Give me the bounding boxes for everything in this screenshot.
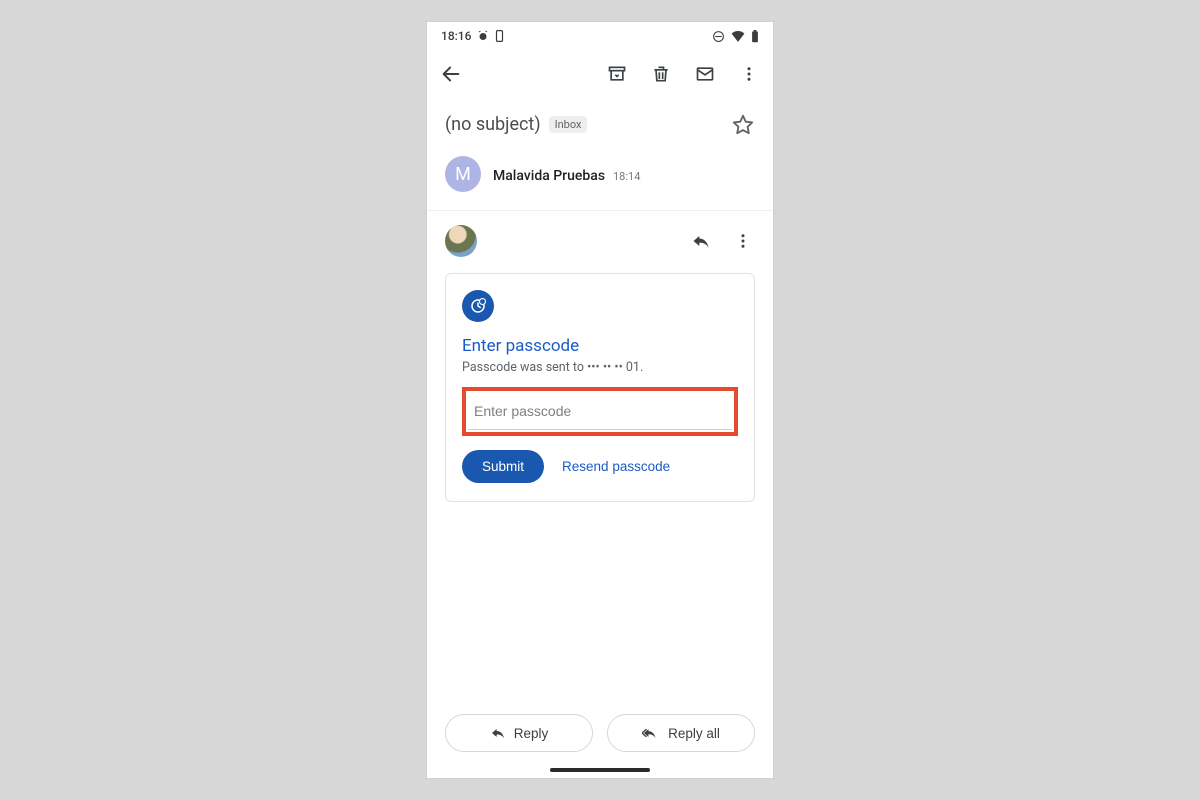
sender-initial: M: [455, 164, 471, 185]
message-overflow-button[interactable]: [731, 229, 755, 253]
mark-unread-button[interactable]: [693, 62, 717, 86]
device-icon: [495, 30, 504, 42]
star-button[interactable]: [731, 112, 755, 136]
reply-all-label: Reply all: [668, 726, 720, 741]
inbox-label-chip[interactable]: Inbox: [549, 116, 588, 133]
gesture-nav-handle[interactable]: [550, 768, 650, 772]
dnd-icon: [712, 30, 725, 43]
passcode-input[interactable]: [468, 393, 732, 430]
battery-icon: [751, 30, 759, 43]
message-header-row: [427, 211, 773, 265]
sender-row[interactable]: M Malavida Pruebas 18:14: [427, 146, 773, 211]
alarm-icon: [477, 30, 489, 42]
reply-label: Reply: [514, 726, 549, 741]
sender-time: 18:14: [613, 170, 640, 183]
sender-name: Malavida Pruebas: [493, 168, 605, 184]
card-title: Enter passcode: [462, 336, 738, 356]
status-bar: 18:16: [427, 22, 773, 50]
phone-frame: 18:16: [427, 22, 773, 778]
app-bar: [427, 50, 773, 98]
subject-row: (no subject) Inbox: [427, 98, 773, 146]
card-subtitle: Passcode was sent to ••• •• •• 01.: [462, 360, 738, 375]
reply-button[interactable]: Reply: [445, 714, 593, 752]
reply-icon-button[interactable]: [689, 229, 713, 253]
email-subject: (no subject): [445, 114, 541, 135]
overflow-menu-button[interactable]: [737, 62, 761, 86]
recipient-avatar[interactable]: [445, 225, 477, 257]
bottom-action-bar: Reply Reply all: [427, 714, 773, 768]
resend-passcode-link[interactable]: Resend passcode: [562, 459, 670, 474]
wifi-icon: [731, 30, 745, 42]
delete-button[interactable]: [649, 62, 673, 86]
sender-avatar[interactable]: M: [445, 156, 481, 192]
confidential-icon: [462, 290, 494, 322]
status-time: 18:16: [441, 29, 471, 43]
reply-all-button[interactable]: Reply all: [607, 714, 755, 752]
annotation-highlight: [462, 387, 738, 436]
submit-button[interactable]: Submit: [462, 450, 544, 483]
confidential-mode-card: Enter passcode Passcode was sent to ••• …: [445, 273, 755, 502]
back-button[interactable]: [439, 62, 463, 86]
archive-button[interactable]: [605, 62, 629, 86]
